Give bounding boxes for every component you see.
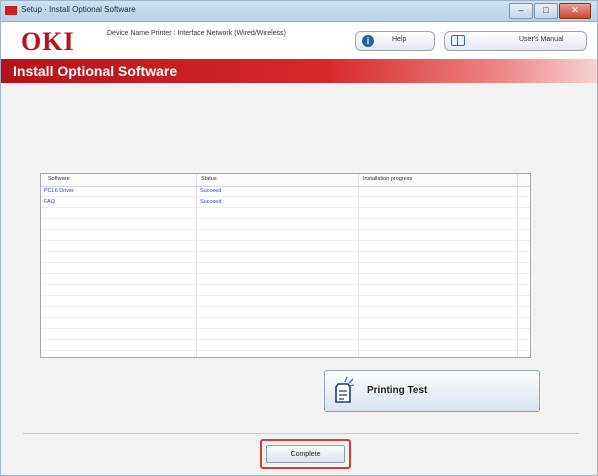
row-divider [41,306,530,307]
oki-logo: OKI [21,27,75,56]
row-divider [41,284,530,285]
printing-test-label: Printing Test [367,385,428,396]
minimize-button[interactable]: – [509,3,533,19]
column-divider [196,174,197,357]
column-header-status: Status [201,176,217,182]
window-title: Setup · Install Optional Software [21,5,136,14]
row-divider [41,262,530,263]
status-text: Succeed [200,199,222,205]
printing-test-button[interactable]: Printing Test [324,370,540,412]
row-divider [41,218,530,219]
row-divider [41,240,530,241]
main-content: Software Status Installation progress PC… [1,83,597,475]
device-info: Device Name Printer : Interface Network … [107,30,286,37]
row-divider [41,328,530,329]
software-name: PCL6 Driver [44,188,74,194]
column-divider [517,174,518,357]
row-divider [41,251,530,252]
installer-window: Setup · Install Optional Software – □ ✕ … [0,0,598,476]
row-divider [41,196,530,197]
complete-button[interactable]: Complete [266,445,345,463]
help-button[interactable]: i Help [355,31,435,51]
footer-divider [23,433,579,434]
help-label: Help [392,36,407,43]
row-divider [41,229,530,230]
row-divider [41,350,530,351]
complete-highlight: Complete [260,439,351,469]
help-icon: i [362,35,374,47]
column-header-software: Software [48,176,70,182]
maximize-button[interactable]: □ [534,3,558,19]
status-text: Succeed [200,188,222,194]
users-manual-button[interactable]: User's Manual [444,31,587,51]
title-bar: Setup · Install Optional Software – □ ✕ [1,1,597,22]
row-divider [41,273,530,274]
row-divider [41,339,530,340]
column-divider [358,174,359,357]
page-banner: Install Optional Software [1,59,597,83]
app-icon [5,6,17,15]
page-title: Install Optional Software [13,63,178,79]
row-divider [41,207,530,208]
row-divider [41,317,530,318]
printing-test-icon [335,376,355,403]
table-header: Software Status Installation progress [41,174,530,187]
software-table: Software Status Installation progress PC… [40,173,531,358]
window-controls: – □ ✕ [509,3,591,19]
close-button[interactable]: ✕ [559,3,591,19]
software-name: FAQ [44,199,56,205]
row-divider [41,295,530,296]
users-manual-label: User's Manual [519,36,564,43]
header: OKI Device Name Printer : Interface Netw… [1,22,597,59]
column-header-progress: Installation progress [363,176,413,182]
book-icon [451,35,465,46]
